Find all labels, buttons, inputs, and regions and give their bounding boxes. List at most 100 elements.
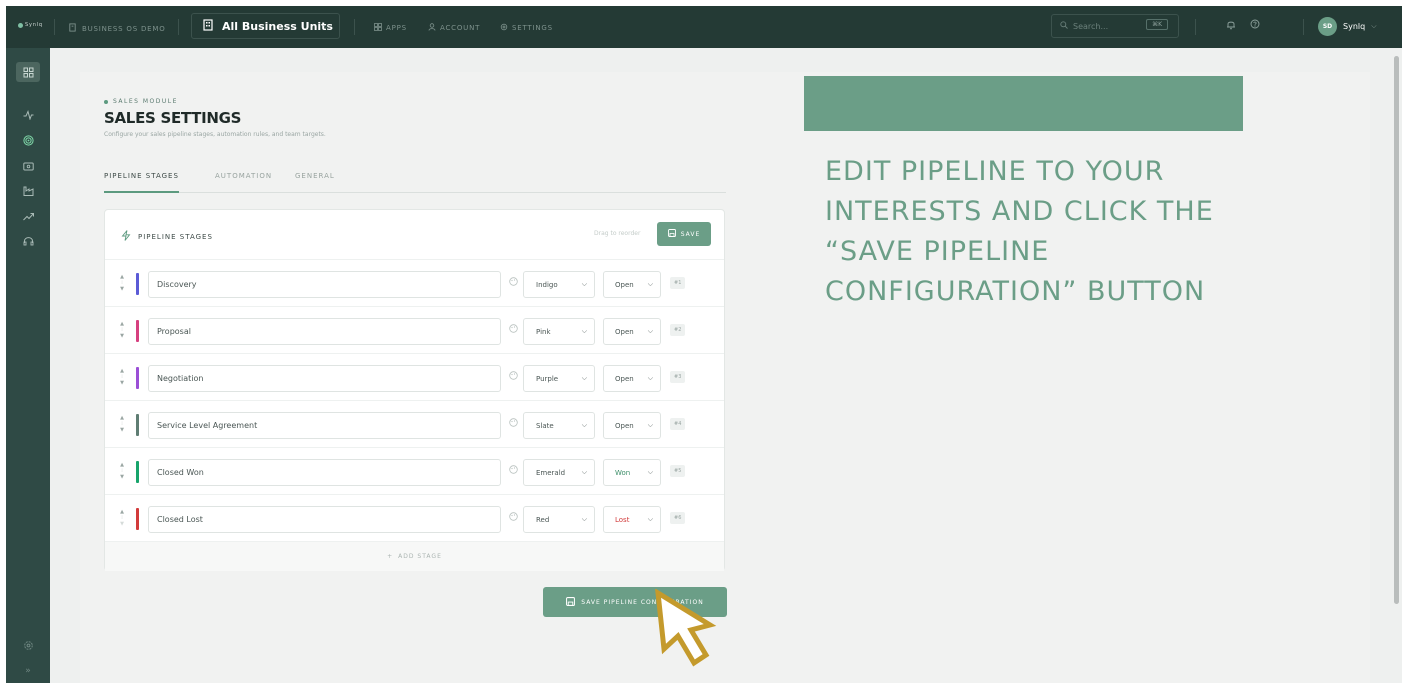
divider	[54, 19, 55, 35]
stage-status-value: Lost	[615, 515, 630, 524]
activity-icon[interactable]	[16, 105, 40, 125]
palette-icon[interactable]	[509, 418, 518, 430]
palette-icon[interactable]	[509, 512, 518, 524]
search-placeholder: Search...	[1073, 21, 1109, 31]
brand-dot-icon	[18, 22, 23, 28]
stage-color-select[interactable]: Slate ⌵	[523, 412, 595, 439]
stage-status-select[interactable]: Lost ⌵	[603, 506, 661, 533]
stage-status-select[interactable]: Open ⌵	[603, 271, 661, 298]
business-unit-select[interactable]: All Business Units ⌵	[191, 13, 340, 39]
tab-general[interactable]: GENERAL	[295, 172, 335, 191]
stage-color-value: Red	[536, 515, 550, 524]
reorder-handle-icon[interactable]: ▲ ⁞ ▼	[119, 274, 125, 292]
palette-icon[interactable]	[509, 277, 518, 289]
tab-pipeline-stages[interactable]: PIPELINE STAGES	[104, 172, 179, 193]
stage-name-input[interactable]: Proposal	[148, 318, 501, 345]
factory-icon[interactable]	[16, 181, 40, 201]
divider	[1303, 19, 1304, 35]
stage-color-bar	[136, 461, 139, 483]
dashboard-icon[interactable]	[16, 62, 40, 82]
scrollbar[interactable]	[1394, 56, 1399, 604]
reorder-handle-icon[interactable]: ▲ ⁞ ▼	[119, 321, 125, 339]
stage-color-select[interactable]: Indigo ⌵	[523, 271, 595, 298]
stage-name-input[interactable]: Closed Lost	[148, 506, 501, 533]
divider	[1195, 19, 1196, 35]
stage-color-bar	[136, 273, 139, 295]
help-icon[interactable]	[1250, 19, 1260, 32]
nav-apps-label: APPS	[386, 24, 407, 32]
business-unit-value: All Business Units	[222, 19, 333, 33]
user-menu[interactable]: SD Synlq ⌵	[1318, 17, 1377, 36]
stage-color-select[interactable]: Emerald ⌵	[523, 459, 595, 486]
reorder-handle-icon[interactable]: ▲ ⁞ ▼	[119, 415, 125, 433]
palette-icon[interactable]	[509, 324, 518, 336]
add-stage-button[interactable]: + ADD STAGE	[105, 541, 724, 571]
building-icon	[202, 18, 214, 34]
app-window: Synlq BUSINESS OS DEMO All Business Unit…	[6, 6, 1402, 683]
stage-color-select[interactable]: Purple ⌵	[523, 365, 595, 392]
chevron-down-icon: ⌵	[581, 468, 587, 476]
nav-account[interactable]: ACCOUNT	[428, 23, 480, 33]
nav-settings[interactable]: SETTINGS	[500, 23, 553, 33]
stage-order-badge: #4	[670, 418, 686, 430]
stage-row: ▲ ⁞ ▼ Closed Won Emerald ⌵ Won ⌵ #5	[105, 447, 724, 495]
page-subtitle: Configure your sales pipeline stages, au…	[104, 131, 326, 138]
nav-apps[interactable]: APPS	[374, 23, 407, 33]
stage-status-value: Open	[615, 280, 634, 289]
palette-icon[interactable]	[509, 371, 518, 383]
reorder-handle-icon[interactable]: ▲ ⁞ ▼	[119, 462, 125, 480]
chevron-down-icon: ⌵	[581, 515, 587, 523]
trend-icon[interactable]	[16, 206, 40, 226]
tab-automation[interactable]: AUTOMATION	[215, 172, 272, 191]
divider	[178, 19, 179, 35]
bolt-icon	[121, 230, 131, 244]
save-button[interactable]: SAVE	[657, 222, 711, 246]
money-icon[interactable]	[16, 156, 40, 176]
stage-name-input[interactable]: Discovery	[148, 271, 501, 298]
expand-icon[interactable]: »	[16, 661, 40, 681]
stage-status-select[interactable]: Open ⌵	[603, 318, 661, 345]
reorder-handle-icon[interactable]: ▲ ⁞ ▼	[119, 509, 125, 527]
save-label: SAVE	[680, 230, 701, 238]
bell-icon[interactable]	[1226, 19, 1236, 33]
page-title: SALES SETTINGS	[104, 109, 242, 127]
nav-account-label: ACCOUNT	[440, 24, 481, 32]
stage-row: ▲ ⁞ ▼ Service Level Agreement Slate ⌵ Open ⌵ #4	[105, 400, 724, 448]
target-icon[interactable]	[16, 130, 40, 150]
chevron-down-icon: ⌵	[581, 374, 587, 382]
top-bar: Synlq BUSINESS OS DEMO All Business Unit…	[6, 6, 1402, 48]
stage-status-select[interactable]: Won ⌵	[603, 459, 661, 486]
settings-icon[interactable]	[16, 635, 40, 655]
chevron-down-icon: ⌵	[647, 515, 653, 523]
workspace-link[interactable]: BUSINESS OS DEMO	[68, 23, 166, 34]
palette-icon[interactable]	[509, 465, 518, 477]
stage-color-bar	[136, 367, 139, 389]
gear-icon	[500, 23, 508, 33]
chevron-down-icon: ⌵	[647, 421, 653, 429]
stage-color-select[interactable]: Red ⌵	[523, 506, 595, 533]
brand-logo[interactable]: Synlq	[18, 22, 43, 28]
chevron-down-icon: ⌵	[581, 421, 587, 429]
headset-icon[interactable]	[16, 231, 40, 251]
stage-name-input[interactable]: Service Level Agreement	[148, 412, 501, 439]
stage-color-select[interactable]: Pink ⌵	[523, 318, 595, 345]
chevron-down-icon: ⌵	[647, 280, 653, 288]
avatar: SD	[1318, 17, 1337, 36]
stage-name-input[interactable]: Closed Won	[148, 459, 501, 486]
chevron-down-icon: ⌵	[1371, 22, 1377, 30]
instruction-banner	[804, 76, 1243, 131]
pipeline-stages-card: PIPELINE STAGES Drag to reorder SAVE ▲ ⁞ ▼…	[104, 209, 725, 571]
module-label: SALES MODULE	[104, 98, 178, 105]
divider	[354, 19, 355, 35]
stage-row: ▲ ⁞ ▼ Closed Lost Red ⌵ Lost ⌵ #6	[105, 494, 724, 542]
stage-order-badge: #5	[670, 465, 686, 477]
brand-name: Synlq	[25, 22, 43, 28]
stage-status-select[interactable]: Open ⌵	[603, 412, 661, 439]
search-icon	[1060, 21, 1068, 31]
reorder-handle-icon[interactable]: ▲ ⁞ ▼	[119, 368, 125, 386]
stage-status-select[interactable]: Open ⌵	[603, 365, 661, 392]
stage-name-input[interactable]: Negotiation	[148, 365, 501, 392]
floppy-icon	[667, 229, 676, 239]
floppy-icon	[566, 596, 576, 608]
search-input[interactable]: Search... ⌘K	[1051, 14, 1179, 38]
